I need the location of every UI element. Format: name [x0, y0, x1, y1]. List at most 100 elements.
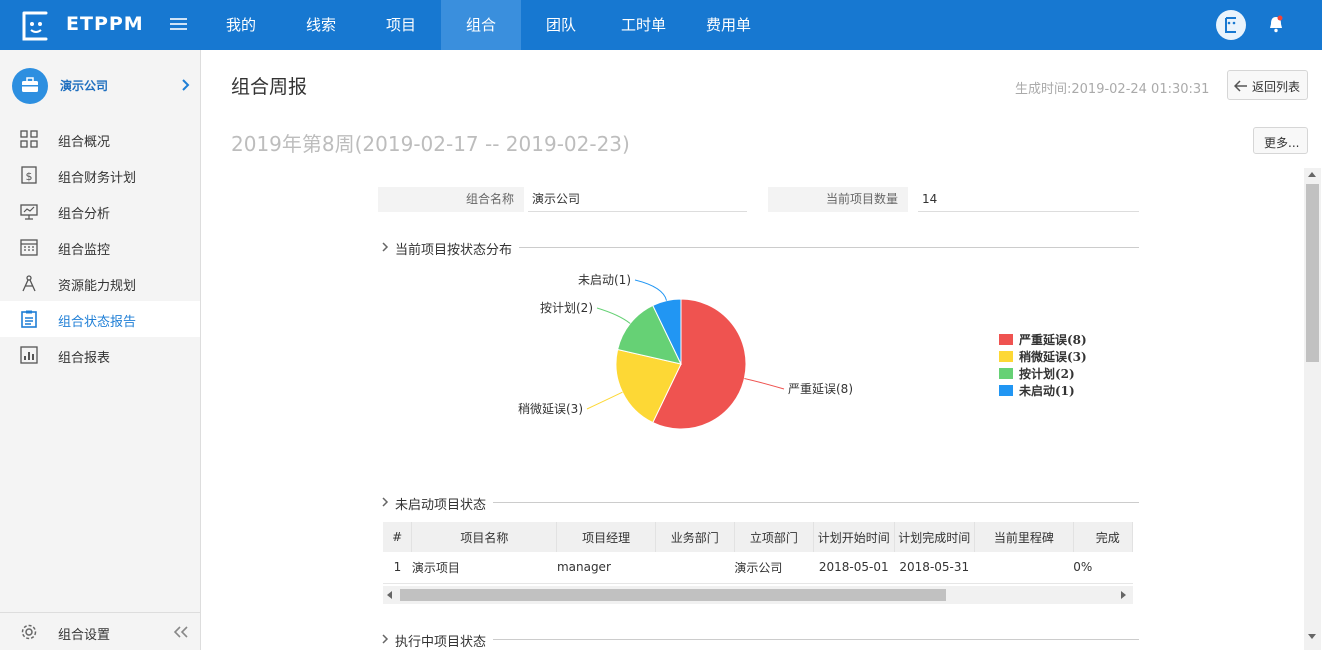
nav-item-portfolio[interactable]: 组合 [441, 0, 521, 50]
bar-chart-icon [20, 346, 38, 364]
legend-swatch [999, 334, 1013, 345]
section-status-distribution[interactable]: 当前项目按状态分布 [382, 239, 1139, 258]
chevron-right-icon [382, 497, 389, 507]
portfolio-name-value: 演示公司 [528, 187, 747, 212]
etppm-logo-icon [22, 11, 48, 41]
page-title: 组合周报 [231, 76, 308, 98]
collapse-sidebar-icon[interactable] [172, 625, 190, 639]
pie-leader-line-0 [744, 377, 785, 390]
nav-item-leads[interactable]: 线索 [281, 0, 361, 50]
sidebar-item-analysis[interactable]: 组合分析 [0, 193, 200, 229]
more-button[interactable]: 更多... [1253, 127, 1308, 154]
section-in-progress[interactable]: 执行中项目状态 [382, 631, 1139, 650]
arrow-left-icon [1234, 80, 1247, 92]
column-header[interactable]: 业务部门 [655, 522, 735, 552]
app-logo-text: ETPPM [66, 13, 144, 35]
legend-label: 按计划(2) [1019, 367, 1075, 381]
user-avatar[interactable] [1216, 10, 1246, 40]
nav-item-timesheet[interactable]: 工时单 [601, 0, 686, 50]
horizontal-scrollbar[interactable] [383, 586, 1133, 604]
column-header[interactable]: 当前里程碑 [974, 522, 1074, 552]
legend-item-1[interactable]: 稍微延误(3) [999, 348, 1087, 365]
nav-item-expense[interactable]: 费用单 [686, 0, 771, 50]
sidebar-item-status-report[interactable]: 组合状态报告 [0, 301, 200, 337]
chevron-right-icon [182, 79, 190, 91]
column-header[interactable]: 计划完成时间 [894, 522, 976, 552]
nav-item-projects[interactable]: 项目 [361, 0, 441, 50]
legend-item-0[interactable]: 严重延误(8) [999, 331, 1087, 348]
sidebar-item-label: 组合分析 [58, 207, 111, 222]
scroll-up-icon[interactable] [1308, 172, 1316, 178]
sidebar-settings[interactable]: 组合设置 [0, 612, 200, 650]
sidebar-item-reports[interactable]: 组合报表 [0, 337, 200, 373]
project-count-value: 14 [918, 187, 1139, 212]
back-button-label: 返回列表 [1252, 80, 1301, 94]
sidebar-item-label: 组合监控 [58, 243, 111, 258]
calendar-icon [20, 239, 38, 256]
legend-item-2[interactable]: 按计划(2) [999, 365, 1087, 382]
scroll-down-icon[interactable] [1308, 634, 1316, 640]
table-cell: 1 [383, 552, 412, 584]
settings-label: 组合设置 [58, 628, 111, 643]
section-title: 未启动项目状态 [395, 498, 487, 513]
main-nav: 我的 线索 项目 组合 团队 工时单 费用单 [201, 0, 771, 50]
pie-slice-label-0: 严重延误(8) [788, 382, 853, 396]
briefcase-icon [12, 68, 48, 104]
table-cell: 2018-05-31 [894, 552, 975, 584]
chevron-right-icon [382, 242, 389, 252]
pie-leader-line-3 [634, 279, 668, 301]
column-header[interactable]: 立项部门 [734, 522, 814, 552]
back-to-list-button[interactable]: 返回列表 [1227, 70, 1308, 100]
section-divider [493, 639, 1139, 640]
vertical-scrollbar[interactable] [1304, 168, 1321, 650]
nav-item-mine[interactable]: 我的 [201, 0, 281, 50]
pie-slice-label-3: 未启动(1) [578, 273, 631, 287]
table-cell-link[interactable]: 演示项目 [411, 552, 557, 584]
notification-bell-icon[interactable] [1268, 15, 1284, 33]
svg-text:$: $ [26, 170, 33, 183]
pie-slice-label-1: 稍微延误(3) [518, 402, 583, 416]
company-selector[interactable]: 演示公司 [0, 50, 200, 122]
sidebar: 演示公司 组合概况 $ 组合财务计划 组合分析 组合监控 资源能力规划 组合状态… [0, 50, 201, 650]
clipboard-icon [21, 310, 37, 328]
column-header[interactable]: 项目经理 [556, 522, 656, 552]
scrollbar-thumb[interactable] [400, 589, 946, 601]
table-cell: 0% [1073, 552, 1133, 584]
sidebar-item-label: 组合概况 [58, 135, 111, 150]
scroll-left-icon[interactable] [387, 591, 393, 599]
table-cell [655, 552, 735, 584]
scrollbar-thumb[interactable] [1306, 184, 1319, 362]
sidebar-item-label: 资源能力规划 [58, 279, 137, 294]
section-divider [519, 247, 1139, 248]
project-count-label: 当前项目数量 [768, 187, 908, 212]
column-header[interactable]: # [383, 522, 413, 552]
sidebar-item-resource-plan[interactable]: 资源能力规划 [0, 265, 200, 301]
column-header[interactable]: 计划开始时间 [813, 522, 895, 552]
sidebar-item-finance-plan[interactable]: $ 组合财务计划 [0, 157, 200, 193]
more-button-label: 更多... [1264, 136, 1300, 150]
sidebar-item-label: 组合报表 [58, 351, 111, 366]
pie-leader-line-1 [586, 391, 623, 410]
table-row[interactable]: 1 演示项目 manager 演示公司 2018-05-01 2018-05-3… [383, 552, 1133, 584]
table-cell: 演示公司 [734, 552, 814, 584]
pie-slice-label-2: 按计划(2) [540, 301, 593, 315]
column-header[interactable]: 完成 [1073, 522, 1133, 552]
sidebar-item-monitor[interactable]: 组合监控 [0, 229, 200, 265]
compass-icon [22, 275, 36, 292]
column-header[interactable]: 项目名称 [411, 522, 558, 552]
sidebar-item-label: 组合财务计划 [58, 171, 137, 186]
legend-label: 严重延误(8) [1019, 333, 1087, 347]
company-name: 演示公司 [60, 79, 109, 93]
section-not-started[interactable]: 未启动项目状态 [382, 494, 1139, 513]
legend-label: 稍微延误(3) [1019, 350, 1087, 364]
legend-swatch [999, 385, 1013, 396]
dollar-doc-icon: $ [21, 166, 37, 184]
avatar-face-icon [1225, 17, 1236, 33]
scroll-right-icon[interactable] [1121, 591, 1127, 599]
sidebar-item-overview[interactable]: 组合概况 [0, 121, 200, 157]
nav-item-team[interactable]: 团队 [521, 0, 601, 50]
legend-item-3[interactable]: 未启动(1) [999, 382, 1087, 399]
section-title: 执行中项目状态 [395, 635, 487, 650]
menu-toggle-icon[interactable] [170, 15, 187, 33]
legend-swatch [999, 368, 1013, 379]
